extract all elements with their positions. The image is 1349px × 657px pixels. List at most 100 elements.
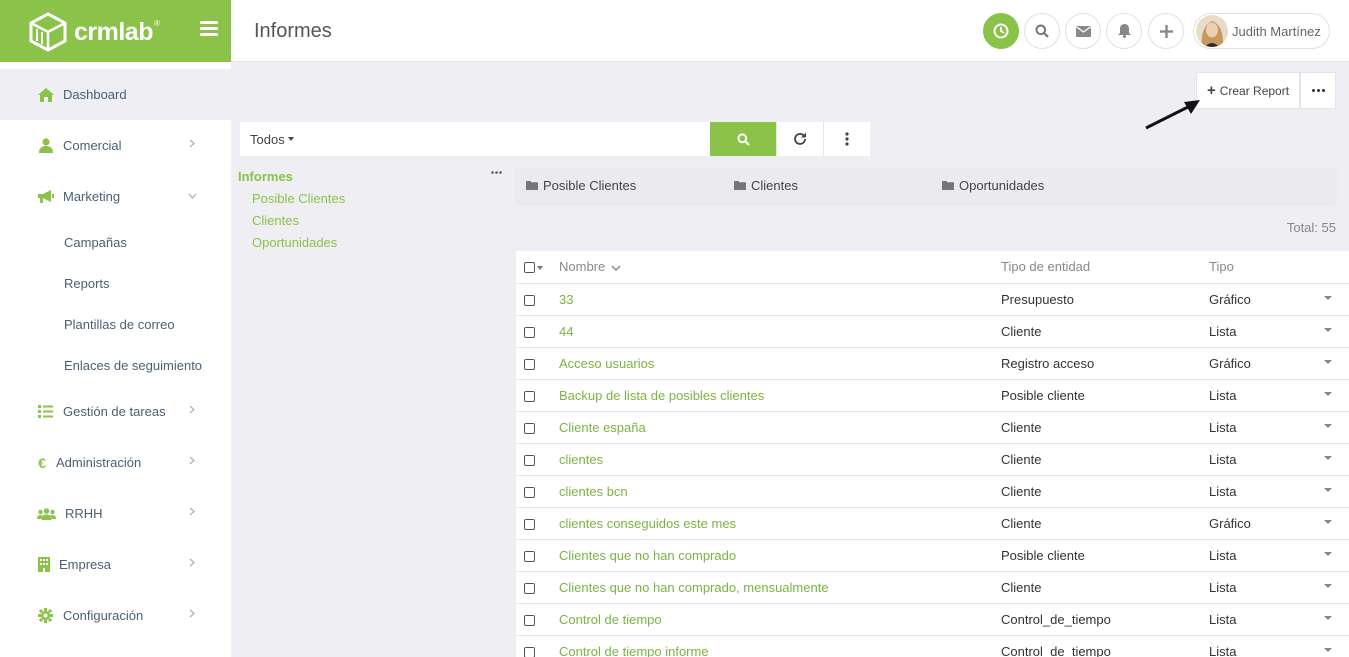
row-menu-caret-icon[interactable] xyxy=(1324,391,1332,396)
tree-item-posible-clientes[interactable]: Posible Clientes xyxy=(238,191,506,206)
row-menu-caret-icon[interactable] xyxy=(1324,487,1332,492)
row-checkbox[interactable] xyxy=(524,486,535,498)
clock-button[interactable] xyxy=(983,13,1019,49)
row-checkbox[interactable] xyxy=(524,294,535,306)
report-name-link[interactable]: Clientes que no han comprado, mensualmen… xyxy=(559,580,829,595)
chevron-right-icon xyxy=(189,139,195,148)
table-row[interactable]: Control de tiempo Control_de_tiempo Lista xyxy=(516,603,1349,636)
plus-icon xyxy=(1159,24,1173,38)
row-menu-caret-icon[interactable] xyxy=(1324,519,1332,524)
row-menu-caret-icon[interactable] xyxy=(1324,327,1332,332)
table-row[interactable]: Clientes que no han comprado Posible clie… xyxy=(516,539,1349,572)
report-name-link[interactable]: 33 xyxy=(559,292,573,307)
row-menu-caret-icon[interactable] xyxy=(1324,647,1332,652)
report-name-link[interactable]: clientes bcn xyxy=(559,484,628,499)
report-name-link[interactable]: Control de tiempo xyxy=(559,612,662,627)
tree-root[interactable]: Informes xyxy=(238,169,506,184)
menu-toggle-icon[interactable] xyxy=(200,21,218,36)
row-checkbox[interactable] xyxy=(524,326,535,338)
tree-options-icon[interactable] xyxy=(491,171,502,174)
row-menu-caret-icon[interactable] xyxy=(1324,359,1332,364)
notifications-button[interactable] xyxy=(1106,13,1142,49)
sidebar-subitem-campanas[interactable]: Campañas xyxy=(0,222,231,263)
table-row[interactable]: Backup de lista de posibles clientes Posi… xyxy=(516,379,1349,412)
sidebar-item-empresa[interactable]: Empresa xyxy=(0,539,231,590)
report-name-link[interactable]: 44 xyxy=(559,324,573,339)
table-row[interactable]: clientes conseguidos este mes Cliente Gráf… xyxy=(516,507,1349,540)
row-checkbox[interactable] xyxy=(524,518,535,530)
row-menu-caret-icon[interactable] xyxy=(1324,551,1332,556)
sidebar-subitem-enlaces[interactable]: Enlaces de seguimiento xyxy=(0,345,231,386)
folder-icon xyxy=(734,181,746,190)
table-row[interactable]: clientes bcn Cliente Lista xyxy=(516,475,1349,508)
sidebar-item-rrhh[interactable]: RRHH xyxy=(0,488,231,539)
table-row[interactable]: clientes Cliente Lista xyxy=(516,443,1349,476)
table-row[interactable]: Cliente españa Cliente Lista xyxy=(516,411,1349,444)
tree-item-oportunidades[interactable]: Oportunidades xyxy=(238,235,506,250)
row-name-cell: Control de tiempo xyxy=(559,603,1001,636)
folder-icon xyxy=(526,181,538,190)
folder-clientes[interactable]: Clientes xyxy=(734,178,798,193)
row-menu-caret-icon[interactable] xyxy=(1324,583,1332,588)
table-row[interactable]: Clientes que no han comprado, mensualmen… xyxy=(516,571,1349,604)
row-name-cell: Control de tiempo informe xyxy=(559,635,1001,657)
table-row[interactable]: 33 Presupuesto Gráfico xyxy=(516,283,1349,316)
search-input[interactable] xyxy=(302,122,710,156)
sidebar-item-marketing[interactable]: Marketing xyxy=(0,171,231,222)
row-type-cell: Lista xyxy=(1209,315,1324,348)
row-menu-caret-icon[interactable] xyxy=(1324,423,1332,428)
row-select-cell xyxy=(516,315,559,348)
search-submit-button[interactable] xyxy=(710,122,776,156)
crear-report-button[interactable]: + Crear Report xyxy=(1196,72,1300,109)
row-name-cell: 33 xyxy=(559,283,1001,316)
column-header-type[interactable]: Tipo xyxy=(1209,251,1324,284)
sidebar-item-administracion[interactable]: € Administración xyxy=(0,437,231,488)
table-row[interactable]: Control de tiempo informe Control_de_tiem… xyxy=(516,635,1349,657)
more-options-button[interactable] xyxy=(1300,72,1336,109)
row-menu-caret-icon[interactable] xyxy=(1324,615,1332,620)
mail-button[interactable] xyxy=(1065,13,1101,49)
row-checkbox[interactable] xyxy=(524,614,535,626)
options-button[interactable] xyxy=(823,122,870,156)
report-name-link[interactable]: clientes xyxy=(559,452,603,467)
refresh-button[interactable] xyxy=(776,122,823,156)
row-checkbox[interactable] xyxy=(524,550,535,562)
sidebar-item-dashboard[interactable]: Dashboard xyxy=(0,69,231,120)
row-checkbox[interactable] xyxy=(524,358,535,370)
sidebar-item-comercial[interactable]: Comercial xyxy=(0,120,231,171)
column-header-name[interactable]: Nombre xyxy=(559,251,1001,284)
report-name-link[interactable]: Clientes que no han comprado xyxy=(559,548,736,563)
row-name-cell: Cliente españa xyxy=(559,411,1001,444)
row-checkbox[interactable] xyxy=(524,422,535,434)
report-name-link[interactable]: Cliente españa xyxy=(559,420,646,435)
row-checkbox[interactable] xyxy=(524,454,535,466)
select-all-checkbox[interactable] xyxy=(524,262,535,274)
row-actions-cell xyxy=(1324,635,1349,657)
report-name-link[interactable]: clientes conseguidos este mes xyxy=(559,516,736,531)
search-button[interactable] xyxy=(1024,13,1060,49)
report-name-link[interactable]: Control de tiempo informe xyxy=(559,644,709,657)
folder-posible-clientes[interactable]: Posible Clientes xyxy=(526,178,636,193)
report-name-link[interactable]: Backup de lista de posibles clientes xyxy=(559,388,764,403)
add-button[interactable] xyxy=(1148,13,1184,49)
row-checkbox[interactable] xyxy=(524,646,535,657)
table-row[interactable]: Acceso usuarios Registro acceso Gráfico xyxy=(516,347,1349,380)
logo[interactable]: crmlab ® xyxy=(28,12,160,52)
column-header-entity[interactable]: Tipo de entidad xyxy=(1001,251,1209,284)
folder-oportunidades[interactable]: Oportunidades xyxy=(942,178,1044,193)
sidebar-item-configuracion[interactable]: Configuración xyxy=(0,590,231,641)
filter-dropdown[interactable]: Todos xyxy=(240,122,302,156)
row-actions-cell xyxy=(1324,411,1349,444)
sidebar-subitem-reports[interactable]: Reports xyxy=(0,263,231,304)
report-name-link[interactable]: Acceso usuarios xyxy=(559,356,654,371)
table-row[interactable]: 44 Cliente Lista xyxy=(516,315,1349,348)
user-menu[interactable]: Judith Martínez xyxy=(1193,13,1330,49)
row-menu-caret-icon[interactable] xyxy=(1324,455,1332,460)
row-checkbox[interactable] xyxy=(524,582,535,594)
sidebar-subitem-plantillas[interactable]: Plantillas de correo xyxy=(0,304,231,345)
tree-item-clientes[interactable]: Clientes xyxy=(238,213,506,228)
sidebar-item-gestion-tareas[interactable]: Gestión de tareas xyxy=(0,386,231,437)
row-checkbox[interactable] xyxy=(524,390,535,402)
caret-down-icon[interactable] xyxy=(537,265,543,270)
row-menu-caret-icon[interactable] xyxy=(1324,295,1332,300)
